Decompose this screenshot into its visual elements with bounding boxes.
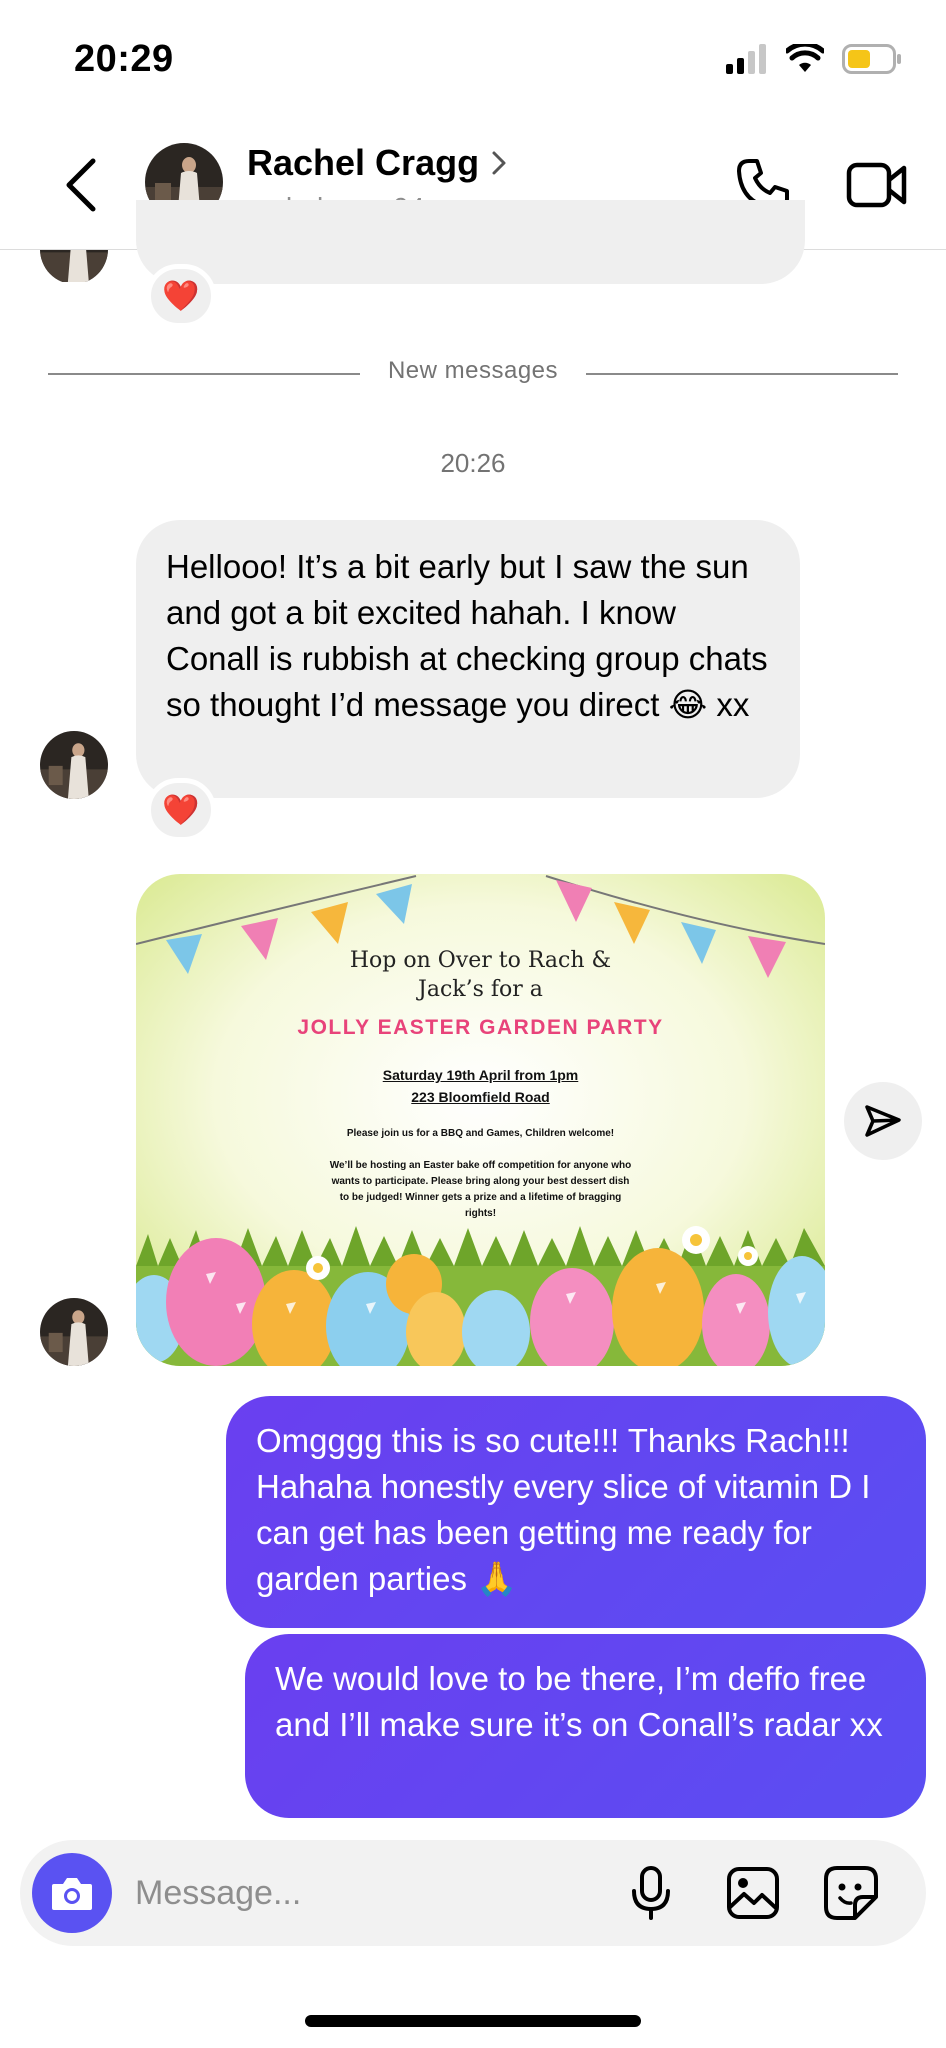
- invite-address: 223 Bloomfield Road: [411, 1089, 550, 1105]
- invite-body-2: We’ll be hosting an Easter bake off comp…: [136, 1158, 825, 1222]
- invite-body-2-line-4: rights!: [464, 1208, 497, 1219]
- invite-body-2-line-2: wants to participate. Please bring along…: [331, 1176, 630, 1187]
- invite-date: Saturday 19th April from 1pm: [382, 1067, 579, 1083]
- voice-message-button[interactable]: [620, 1862, 682, 1924]
- video-call-button[interactable]: [842, 150, 912, 220]
- invite-line-2: Jack’s for a: [418, 977, 543, 1002]
- outgoing-message-bubble[interactable]: Omgggg this is so cute!!! Thanks Rach!!!…: [226, 1396, 926, 1628]
- contact-name-text: Rachel Cragg: [247, 142, 480, 183]
- message-reaction[interactable]: ❤️: [146, 264, 216, 328]
- video-camera-icon: [846, 162, 907, 208]
- message-text: Omgggg this is so cute!!! Thanks Rach!!!…: [256, 1422, 871, 1597]
- message-input[interactable]: [135, 1868, 615, 1918]
- camera-icon: [52, 1878, 92, 1910]
- invite-body-2-line-1: We’ll be hosting an Easter bake off comp…: [329, 1160, 632, 1171]
- invite-body-1: Please join us for a BBQ and Games, Chil…: [346, 1128, 615, 1139]
- sender-avatar[interactable]: [40, 731, 108, 799]
- divider-label: New messages: [387, 357, 559, 384]
- invite-intro: Hop on Over to Rach & Jack’s for a: [136, 946, 825, 1004]
- divider-line-right: [586, 373, 898, 375]
- invite-body-2-line-3: to be judged! Winner gets a prize and a …: [339, 1192, 622, 1203]
- chevron-right-icon: [492, 151, 506, 175]
- home-indicator[interactable]: [305, 2015, 641, 2027]
- sticker-icon: [824, 1866, 878, 1920]
- contact-name[interactable]: Rachel Cragg: [247, 142, 507, 184]
- sticker-button[interactable]: [820, 1862, 882, 1924]
- back-chevron-icon: [66, 158, 96, 212]
- back-button[interactable]: [50, 150, 110, 220]
- invite-image-message[interactable]: Hop on Over to Rach & Jack’s for a JOLLY…: [136, 874, 825, 1366]
- gallery-icon: [727, 1867, 779, 1919]
- outgoing-message-bubble[interactable]: We would love to be there, I’m deffo fre…: [245, 1634, 926, 1818]
- status-icons: [726, 44, 902, 74]
- invite-title: JOLLY EASTER GARDEN PARTY: [297, 1016, 664, 1039]
- invite-details: Saturday 19th April from 1pm 223 Bloomfi…: [136, 1064, 825, 1108]
- microphone-icon: [632, 1866, 670, 1920]
- message-timestamp: 20:26: [440, 448, 506, 478]
- previous-message-bubble[interactable]: [136, 200, 805, 284]
- avatar-image: [40, 1298, 108, 1366]
- message-composer: [20, 1840, 926, 1946]
- message-text: We would love to be there, I’m deffo fre…: [275, 1660, 883, 1743]
- status-bar: 20:29: [0, 0, 946, 120]
- avatar-image: [40, 731, 108, 799]
- wifi-icon: [786, 44, 824, 72]
- status-time: 20:29: [74, 38, 174, 80]
- incoming-message-bubble[interactable]: Hellooo! It’s a bit early but I saw the …: [136, 520, 800, 798]
- message-reaction[interactable]: ❤️: [146, 778, 216, 842]
- send-share-icon: [865, 1105, 901, 1137]
- battery-icon: [842, 44, 901, 74]
- share-button[interactable]: [844, 1082, 922, 1160]
- new-messages-divider: New messages: [48, 355, 898, 395]
- sender-avatar[interactable]: [40, 1298, 108, 1366]
- gallery-button[interactable]: [722, 1862, 784, 1924]
- message-text: Hellooo! It’s a bit early but I saw the …: [166, 548, 768, 723]
- invite-line-1: Hop on Over to Rach &: [349, 948, 612, 973]
- signal-icon: [726, 44, 766, 74]
- camera-button[interactable]: [32, 1853, 112, 1933]
